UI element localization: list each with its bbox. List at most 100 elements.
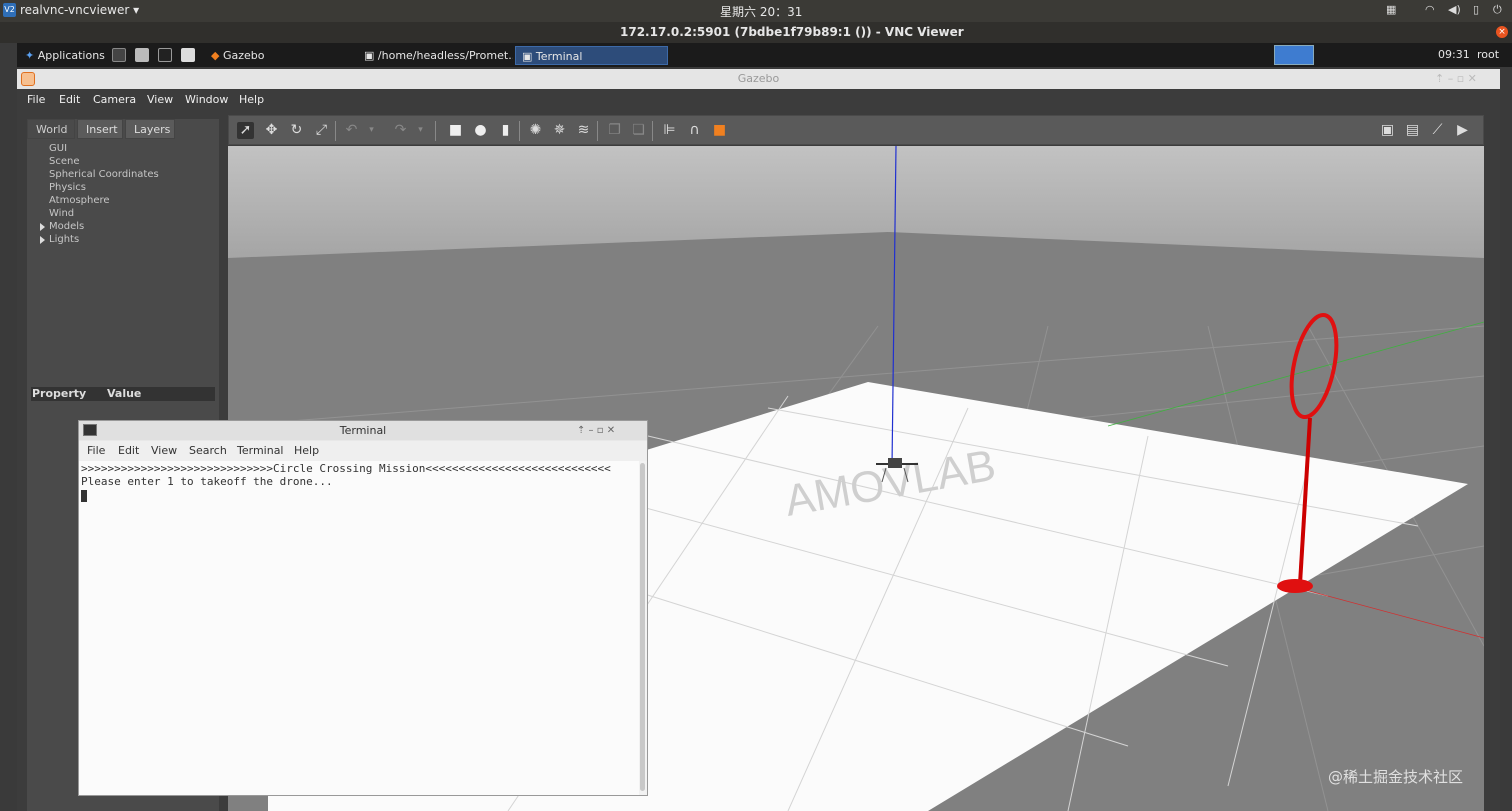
- panel-user[interactable]: root: [1477, 48, 1499, 61]
- workspace-switcher[interactable]: [1274, 45, 1314, 65]
- menu-terminal[interactable]: Terminal: [237, 444, 284, 457]
- world-item-spherical-coordinates[interactable]: Spherical Coordinates: [49, 169, 159, 180]
- terminal-menubar: File Edit View Search Terminal Help: [79, 441, 647, 461]
- expand-arrow-icon[interactable]: [40, 236, 45, 244]
- expand-arrow-icon[interactable]: [40, 223, 45, 231]
- terminal-launcher-icon[interactable]: [112, 48, 126, 62]
- undo-icon[interactable]: ↶: [343, 122, 360, 139]
- directional-light-icon[interactable]: ≋: [575, 122, 592, 139]
- select-mode-icon[interactable]: ➚: [237, 122, 254, 139]
- paste-icon[interactable]: ❏: [630, 122, 647, 139]
- menu-file[interactable]: File: [27, 93, 45, 106]
- terminal-title-bar[interactable]: Terminal ⇡ – ▫ ✕: [79, 421, 647, 440]
- copy-icon[interactable]: ❐: [606, 122, 623, 139]
- toolbar-separator: [597, 121, 598, 141]
- property-column-header: Property: [32, 387, 87, 400]
- volume-icon[interactable]: ◀): [1448, 3, 1461, 16]
- menu-search[interactable]: Search: [189, 444, 227, 457]
- vnc-window-title: 172.17.0.2:5901 (7bdbe1f79b89:1 ()) - VN…: [620, 25, 964, 39]
- remote-taskbar: ✦ Applications ◆ Gazebo ▣ /home/headless…: [17, 43, 1512, 67]
- terminal-icon: ▣: [522, 50, 533, 63]
- scrollbar-thumb[interactable]: [640, 463, 645, 791]
- tab-layers[interactable]: Layers: [125, 119, 175, 139]
- menu-camera[interactable]: Camera: [93, 93, 136, 106]
- watermark: @稀土掘金技术社区: [1328, 768, 1464, 786]
- task-gazebo[interactable]: ◆ Gazebo: [205, 46, 355, 65]
- menu-edit[interactable]: Edit: [118, 444, 139, 457]
- menu-help[interactable]: Help: [294, 444, 319, 457]
- task-terminal[interactable]: ▣ Terminal: [515, 46, 668, 65]
- redo-history-icon[interactable]: ▾: [412, 122, 429, 139]
- toolbar-separator: [519, 121, 520, 141]
- log-icon[interactable]: ▤: [1404, 122, 1421, 139]
- redo-icon[interactable]: ↷: [392, 122, 409, 139]
- text-editor-icon[interactable]: [181, 48, 195, 62]
- file-manager-icon[interactable]: [135, 48, 149, 62]
- align-icon[interactable]: ⊫: [661, 122, 678, 139]
- record-video-icon[interactable]: ▶: [1454, 122, 1471, 139]
- system-clock[interactable]: 星期六 20：31: [720, 3, 802, 20]
- world-item-models[interactable]: Models: [40, 221, 84, 232]
- property-table-header: Property Value: [31, 387, 215, 401]
- gazebo-icon: ◆: [211, 49, 220, 62]
- menu-help[interactable]: Help: [239, 93, 264, 106]
- sphere-shape-icon[interactable]: ●: [472, 122, 489, 139]
- tab-world[interactable]: World: [27, 119, 75, 139]
- gazebo-window-title: Gazebo: [737, 72, 780, 85]
- toolbar-separator: [435, 121, 436, 141]
- world-item-physics[interactable]: Physics: [49, 182, 86, 193]
- menu-edit[interactable]: Edit: [59, 93, 80, 106]
- window-controls[interactable]: ⇡ – ▫ ✕: [577, 421, 615, 440]
- terminal-cursor: [81, 490, 87, 502]
- wifi-icon[interactable]: ◠: [1425, 3, 1435, 16]
- desktop-icon[interactable]: [158, 48, 172, 62]
- vnc-app-icon[interactable]: V2: [3, 3, 16, 17]
- gazebo-toolbar: ➚ ✥ ↻ ⤢ ↶ ▾ ↷ ▾ ■ ● ▮ ✺ ✵ ≋ ❐ ❏ ⊫ ∩ ■ ▣ …: [228, 115, 1484, 145]
- window-controls[interactable]: ⇡ – ▫ ✕: [1435, 69, 1477, 89]
- menu-file[interactable]: File: [87, 444, 105, 457]
- panel-clock[interactable]: 09:31: [1438, 48, 1470, 61]
- terminal-output[interactable]: >>>>>>>>>>>>>>>>>>>>>>>>>>>>>Circle Cros…: [79, 461, 639, 795]
- active-app-menu[interactable]: realvnc-vncviewer ▾: [20, 3, 139, 17]
- toolbar-separator: [652, 121, 653, 141]
- plot-icon[interactable]: ⟋: [1429, 122, 1446, 139]
- world-item-lights[interactable]: Lights: [40, 234, 79, 245]
- snap-icon[interactable]: ∩: [686, 122, 703, 139]
- vnc-viewer-title-bar[interactable]: 172.17.0.2:5901 (7bdbe1f79b89:1 ()) - VN…: [0, 22, 1512, 43]
- keyboard-icon[interactable]: ▦: [1386, 3, 1396, 16]
- power-icon[interactable]: ⏻: [1493, 3, 1502, 17]
- cylinder-shape-icon[interactable]: ▮: [497, 122, 514, 139]
- system-top-bar: V2 realvnc-vncviewer ▾ 星期六 20：31 ▦ ◠ ◀) …: [0, 0, 1512, 22]
- menu-view[interactable]: View: [151, 444, 177, 457]
- world-item-wind[interactable]: Wind: [49, 208, 74, 219]
- applications-menu-button[interactable]: ✦ Applications: [19, 46, 111, 65]
- undo-history-icon[interactable]: ▾: [363, 122, 380, 139]
- value-column-header: Value: [107, 387, 142, 400]
- close-icon[interactable]: ×: [1496, 26, 1508, 38]
- world-item-atmosphere[interactable]: Atmosphere: [49, 195, 110, 206]
- menu-view[interactable]: View: [147, 93, 173, 106]
- spot-light-icon[interactable]: ✵: [551, 122, 568, 139]
- gazebo-menubar: File Edit Camera View Window Help: [17, 89, 1500, 111]
- gazebo-title-bar[interactable]: Gazebo ⇡ – ▫ ✕: [17, 69, 1500, 89]
- rotate-mode-icon[interactable]: ↻: [288, 122, 305, 139]
- translate-mode-icon[interactable]: ✥: [263, 122, 280, 139]
- toolbar-separator: [335, 121, 336, 141]
- tab-insert[interactable]: Insert: [77, 119, 123, 139]
- task-file-manager[interactable]: ▣ /home/headless/Promet...: [358, 46, 513, 65]
- xfce-mouse-icon: ✦: [25, 49, 35, 62]
- change-view-icon[interactable]: ■: [711, 122, 728, 139]
- terminal-scrollbar[interactable]: [639, 461, 647, 795]
- scale-mode-icon[interactable]: ⤢: [313, 122, 330, 139]
- battery-icon[interactable]: ▯: [1473, 3, 1479, 16]
- point-light-icon[interactable]: ✺: [527, 122, 544, 139]
- world-item-scene[interactable]: Scene: [49, 156, 80, 167]
- terminal-window-title: Terminal: [339, 424, 387, 437]
- terminal-icon: [83, 424, 97, 436]
- terminal-line: Please enter 1 to takeoff the drone...: [81, 475, 333, 488]
- world-item-gui[interactable]: GUI: [49, 143, 67, 154]
- terminal-window: Terminal ⇡ – ▫ ✕ File Edit View Search T…: [78, 420, 648, 796]
- box-shape-icon[interactable]: ■: [447, 122, 464, 139]
- screenshot-icon[interactable]: ▣: [1379, 122, 1396, 139]
- menu-window[interactable]: Window: [185, 93, 228, 106]
